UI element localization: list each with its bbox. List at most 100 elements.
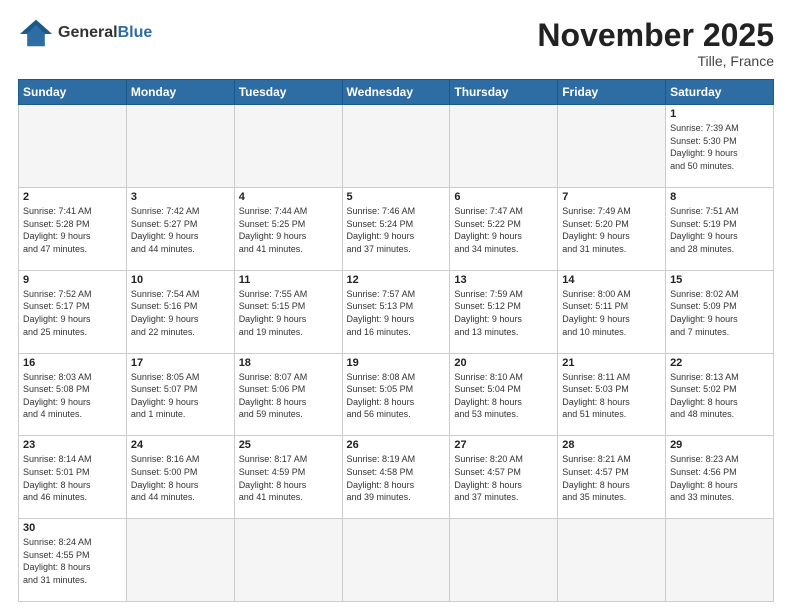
calendar-cell-33: 28Sunrise: 8:21 AMSunset: 4:57 PMDayligh… — [558, 436, 666, 519]
calendar-cell-5 — [558, 105, 666, 188]
calendar-cell-6: 1 Sunrise: 7:39 AMSunset: 5:30 PMDaylight… — [666, 105, 774, 188]
day-info-12: Sunrise: 7:57 AMSunset: 5:13 PMDaylight:… — [347, 288, 446, 338]
day-number-2: 2 — [23, 191, 122, 203]
day-number-5: 5 — [347, 191, 446, 203]
day-number-26: 26 — [347, 439, 446, 451]
day-info-18: Sunrise: 8:07 AMSunset: 5:06 PMDaylight:… — [239, 371, 338, 421]
day-number-20: 20 — [454, 357, 553, 369]
calendar-cell-12: 7 Sunrise: 7:49 AMSunset: 5:20 PMDaylight… — [558, 187, 666, 270]
calendar-cell-17: 12 Sunrise: 7:57 AMSunset: 5:13 PMDayligh… — [342, 270, 450, 353]
calendar-row-1: 2 Sunrise: 7:41 AMSunset: 5:28 PMDaylight… — [19, 187, 774, 270]
day-info-11: Sunrise: 7:55 AMSunset: 5:15 PMDaylight:… — [239, 288, 338, 338]
day-info-8: Sunrise: 7:51 AMSunset: 5:19 PMDaylight:… — [670, 205, 769, 255]
calendar-cell-40 — [558, 519, 666, 602]
day-number-13: 13 — [454, 274, 553, 286]
calendar-cell-19: 14 Sunrise: 8:00 AMSunset: 5:11 PMDayligh… — [558, 270, 666, 353]
day-info-26: Sunrise: 8:19 AMSunset: 4:58 PMDaylight:… — [347, 453, 446, 503]
day-number-16: 16 — [23, 357, 122, 369]
day-number-15: 15 — [670, 274, 769, 286]
day-number-9: 9 — [23, 274, 122, 286]
day-info-15: Sunrise: 8:02 AMSunset: 5:09 PMDaylight:… — [670, 288, 769, 338]
col-friday: Friday — [558, 80, 666, 105]
col-thursday: Thursday — [450, 80, 558, 105]
day-number-14: 14 — [562, 274, 661, 286]
calendar: Sunday Monday Tuesday Wednesday Thursday… — [18, 79, 774, 602]
calendar-cell-28: 23Sunrise: 8:14 AMSunset: 5:01 PMDayligh… — [19, 436, 127, 519]
calendar-cell-14: 9Sunrise: 7:52 AMSunset: 5:17 PMDaylight… — [19, 270, 127, 353]
calendar-cell-9: 4 Sunrise: 7:44 AMSunset: 5:25 PMDaylight… — [234, 187, 342, 270]
calendar-cell-39 — [450, 519, 558, 602]
calendar-cell-10: 5Sunrise: 7:46 AMSunset: 5:24 PMDaylight… — [342, 187, 450, 270]
calendar-cell-30: 25 Sunrise: 8:17 AMSunset: 4:59 PMDayligh… — [234, 436, 342, 519]
day-number-27: 27 — [454, 439, 553, 451]
calendar-cell-31: 26 Sunrise: 8:19 AMSunset: 4:58 PMDayligh… — [342, 436, 450, 519]
calendar-cell-35: 30Sunrise: 8:24 AMSunset: 4:55 PMDayligh… — [19, 519, 127, 602]
day-info-14: Sunrise: 8:00 AMSunset: 5:11 PMDaylight:… — [562, 288, 661, 338]
day-info-22: Sunrise: 8:13 AMSunset: 5:02 PMDaylight:… — [670, 371, 769, 421]
day-info-20: Sunrise: 8:10 AMSunset: 5:04 PMDaylight:… — [454, 371, 553, 421]
day-info-28: Sunrise: 8:21 AMSunset: 4:57 PMDaylight:… — [562, 453, 661, 503]
calendar-row-2: 9Sunrise: 7:52 AMSunset: 5:17 PMDaylight… — [19, 270, 774, 353]
calendar-cell-29: 24Sunrise: 8:16 AMSunset: 5:00 PMDayligh… — [126, 436, 234, 519]
calendar-cell-25: 20 Sunrise: 8:10 AMSunset: 5:04 PMDayligh… — [450, 353, 558, 436]
day-info-29: Sunrise: 8:23 AMSunset: 4:56 PMDaylight:… — [670, 453, 769, 503]
col-sunday: Sunday — [19, 80, 127, 105]
day-info-21: Sunrise: 8:11 AMSunset: 5:03 PMDaylight:… — [562, 371, 661, 421]
subtitle: Tille, France — [537, 53, 774, 69]
day-number-18: 18 — [239, 357, 338, 369]
day-info-10: Sunrise: 7:54 AMSunset: 5:16 PMDaylight:… — [131, 288, 230, 338]
calendar-cell-38 — [342, 519, 450, 602]
day-info-13: Sunrise: 7:59 AMSunset: 5:12 PMDaylight:… — [454, 288, 553, 338]
day-info-2: Sunrise: 7:41 AMSunset: 5:28 PMDaylight:… — [23, 205, 122, 255]
calendar-cell-3 — [342, 105, 450, 188]
day-number-29: 29 — [670, 439, 769, 451]
logo-general: General — [58, 24, 118, 41]
logo-text: GeneralBlue — [58, 24, 152, 42]
header: GeneralBlue November 2025 Tille, France — [18, 18, 774, 69]
day-info-3: Sunrise: 7:42 AMSunset: 5:27 PMDaylight:… — [131, 205, 230, 255]
calendar-cell-37 — [234, 519, 342, 602]
day-info-17: Sunrise: 8:05 AMSunset: 5:07 PMDaylight:… — [131, 371, 230, 421]
day-number-8: 8 — [670, 191, 769, 203]
calendar-cell-32: 27 Sunrise: 8:20 AMSunset: 4:57 PMDayligh… — [450, 436, 558, 519]
day-info-23: Sunrise: 8:14 AMSunset: 5:01 PMDaylight:… — [23, 453, 122, 503]
day-info-6: Sunrise: 7:47 AMSunset: 5:22 PMDaylight:… — [454, 205, 553, 255]
day-info-30: Sunrise: 8:24 AMSunset: 4:55 PMDaylight:… — [23, 536, 122, 586]
calendar-cell-15: 10 Sunrise: 7:54 AMSunset: 5:16 PMDayligh… — [126, 270, 234, 353]
calendar-cell-20: 15 Sunrise: 8:02 AMSunset: 5:09 PMDayligh… — [666, 270, 774, 353]
calendar-cell-8: 3 Sunrise: 7:42 AMSunset: 5:27 PMDaylight… — [126, 187, 234, 270]
day-number-12: 12 — [347, 274, 446, 286]
day-number-7: 7 — [562, 191, 661, 203]
calendar-cell-4 — [450, 105, 558, 188]
day-number-1: 1 — [670, 108, 769, 120]
calendar-cell-18: 13 Sunrise: 7:59 AMSunset: 5:12 PMDayligh… — [450, 270, 558, 353]
day-info-25: Sunrise: 8:17 AMSunset: 4:59 PMDaylight:… — [239, 453, 338, 503]
calendar-cell-36 — [126, 519, 234, 602]
day-number-6: 6 — [454, 191, 553, 203]
day-number-4: 4 — [239, 191, 338, 203]
day-number-10: 10 — [131, 274, 230, 286]
day-info-4: Sunrise: 7:44 AMSunset: 5:25 PMDaylight:… — [239, 205, 338, 255]
day-info-7: Sunrise: 7:49 AMSunset: 5:20 PMDaylight:… — [562, 205, 661, 255]
col-tuesday: Tuesday — [234, 80, 342, 105]
day-number-3: 3 — [131, 191, 230, 203]
calendar-row-3: 16 Sunrise: 8:03 AMSunset: 5:08 PMDayligh… — [19, 353, 774, 436]
calendar-row-4: 23Sunrise: 8:14 AMSunset: 5:01 PMDayligh… — [19, 436, 774, 519]
day-info-16: Sunrise: 8:03 AMSunset: 5:08 PMDaylight:… — [23, 371, 122, 421]
calendar-cell-1 — [126, 105, 234, 188]
calendar-cell-7: 2 Sunrise: 7:41 AMSunset: 5:28 PMDaylight… — [19, 187, 127, 270]
day-info-27: Sunrise: 8:20 AMSunset: 4:57 PMDaylight:… — [454, 453, 553, 503]
logo-blue: Blue — [118, 24, 153, 41]
day-number-22: 22 — [670, 357, 769, 369]
month-title: November 2025 — [537, 18, 774, 53]
calendar-cell-26: 21Sunrise: 8:11 AMSunset: 5:03 PMDayligh… — [558, 353, 666, 436]
calendar-cell-24: 19Sunrise: 8:08 AMSunset: 5:05 PMDayligh… — [342, 353, 450, 436]
calendar-cell-22: 17Sunrise: 8:05 AMSunset: 5:07 PMDayligh… — [126, 353, 234, 436]
calendar-cell-16: 11Sunrise: 7:55 AMSunset: 5:15 PMDayligh… — [234, 270, 342, 353]
day-number-25: 25 — [239, 439, 338, 451]
day-info-1: Sunrise: 7:39 AMSunset: 5:30 PMDaylight:… — [670, 122, 769, 172]
logo: GeneralBlue — [18, 18, 152, 48]
calendar-cell-13: 8 Sunrise: 7:51 AMSunset: 5:19 PMDaylight… — [666, 187, 774, 270]
day-info-19: Sunrise: 8:08 AMSunset: 5:05 PMDaylight:… — [347, 371, 446, 421]
logo-icon — [18, 18, 54, 48]
